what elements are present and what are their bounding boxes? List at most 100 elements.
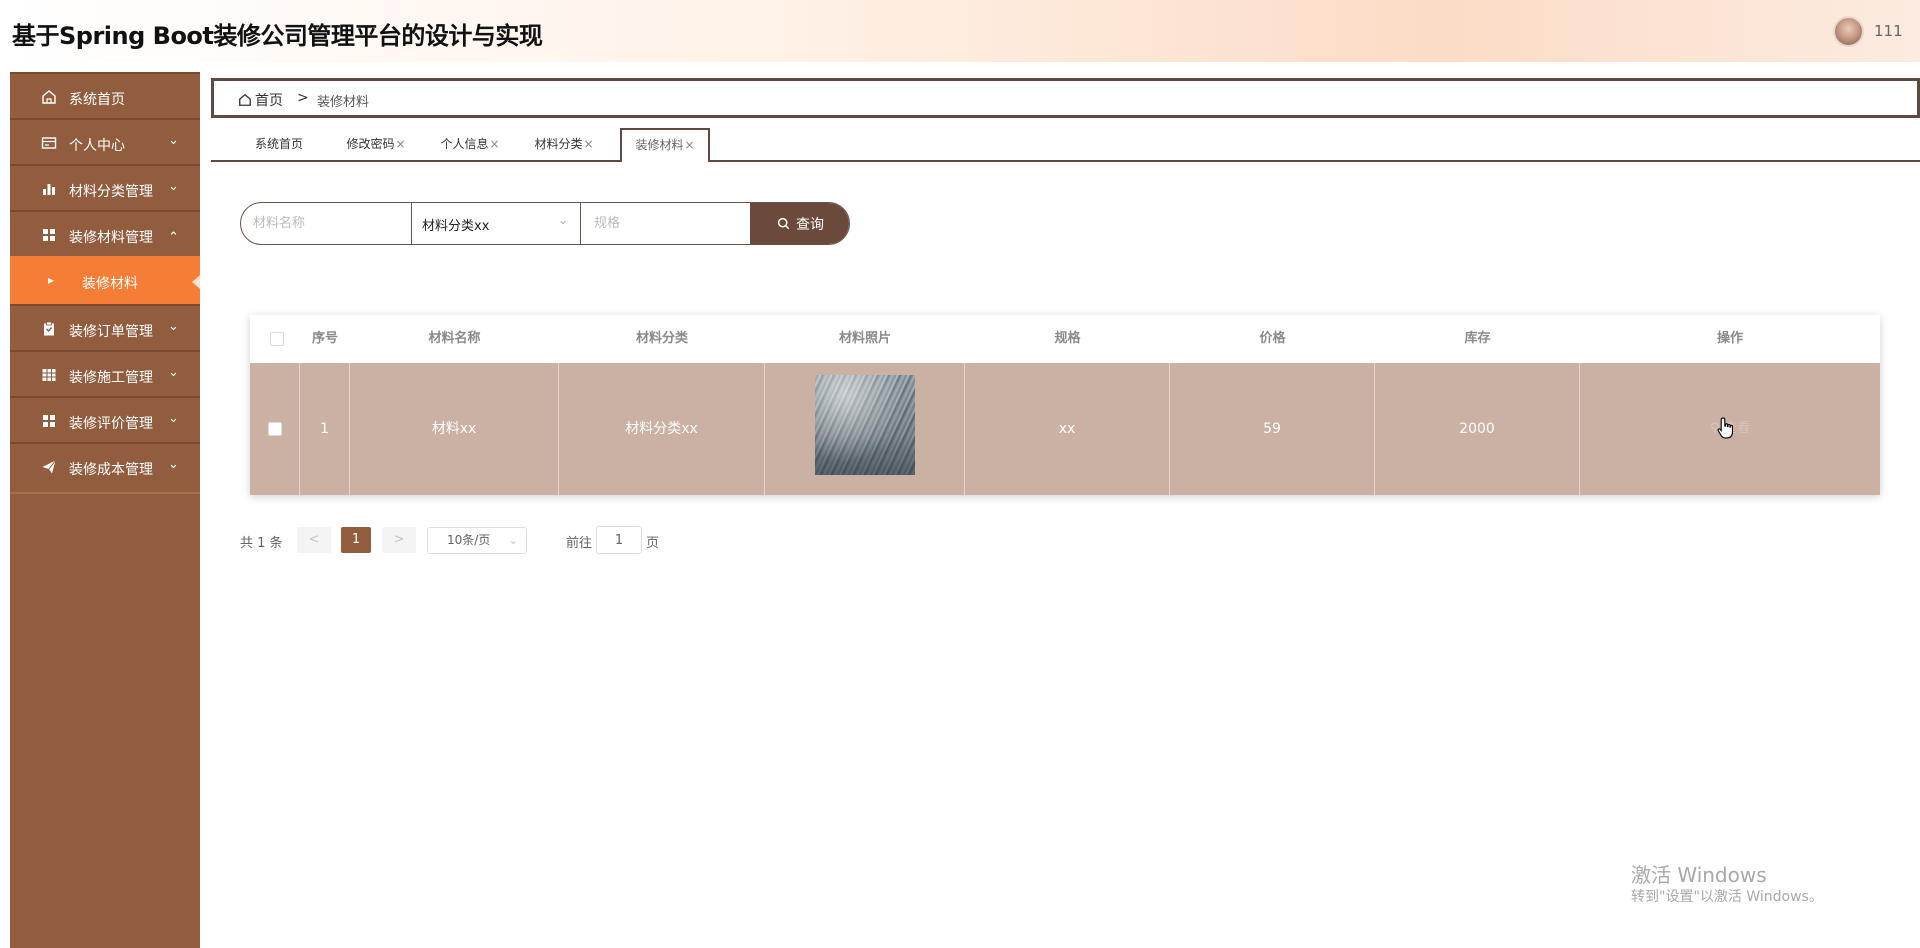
prev-page-button[interactable]: < — [297, 527, 331, 553]
hand-cursor-icon — [1717, 417, 1734, 439]
chevron-down-icon: ⌄ — [558, 213, 569, 227]
pagination-total: 共 1 条 — [240, 536, 283, 551]
table-row[interactable]: 1 材料xx 材料分类xx xx 59 2000 ⚲ 查看 — [250, 363, 1880, 495]
materials-table: 序号 材料名称 材料分类 材料照片 规格 价格 库存 操作 1 材料xx 材料分… — [250, 315, 1880, 495]
spec-input[interactable] — [582, 203, 750, 244]
sidebar-item-personal-center[interactable]: 个人中心 ⌄ — [10, 118, 200, 170]
next-page-button[interactable]: > — [382, 527, 416, 553]
category-select-value: 材料分类xx — [422, 219, 490, 234]
chevron-up-icon: ⌃ — [168, 230, 179, 245]
breadcrumb: 首页 > 装修材料 — [211, 78, 1920, 118]
breadcrumb-home[interactable]: 首页 — [238, 90, 283, 110]
search-form: 材料分类xx ⌄ 查询 — [240, 202, 850, 245]
search-button-label: 查询 — [796, 216, 824, 233]
windows-watermark-subtitle: 转到"设置"以激活 Windows。 — [1631, 889, 1823, 905]
caret-right-icon: ▸ — [48, 273, 55, 287]
active-indicator — [192, 275, 200, 289]
sidebar-item-label: 个人中心 — [69, 138, 125, 154]
page-size-select[interactable]: 10条/页 ⌄ — [427, 527, 527, 554]
chevron-down-icon: ⌄ — [168, 179, 179, 194]
column-header: 材料名称 — [428, 331, 481, 346]
home-icon — [239, 93, 251, 106]
sidebar-subitem-label: 装修材料 — [82, 276, 138, 292]
page-size-value: 10条/页 — [447, 533, 491, 547]
select-all-checkbox[interactable] — [270, 332, 284, 346]
tab-change-password[interactable]: 修改密码× — [341, 129, 411, 160]
chevron-down-icon: ⌄ — [508, 534, 518, 547]
tab-decoration-material[interactable]: 装修材料× — [620, 128, 710, 162]
close-icon[interactable]: × — [395, 137, 405, 151]
sidebar-item-review-mgmt[interactable]: 装修评价管理 ⌄ — [10, 396, 200, 448]
sidebar-subitem-material[interactable]: ▸ 装修材料 — [10, 256, 200, 308]
send-icon — [42, 460, 56, 474]
app-title: 基于Spring Boot装修公司管理平台的设计与实现 — [12, 22, 543, 50]
sidebar-item-label: 系统首页 — [69, 92, 125, 108]
column-header: 材料照片 — [838, 331, 891, 346]
cell-category: 材料分类xx — [559, 363, 765, 495]
cell-index: 1 — [300, 363, 350, 495]
cell-material-name: 材料xx — [350, 363, 559, 495]
material-name-input[interactable] — [241, 203, 411, 244]
close-icon[interactable]: × — [489, 137, 499, 151]
sidebar-item-construction-mgmt[interactable]: 装修施工管理 ⌄ — [10, 350, 200, 402]
tab-label: 材料分类 — [534, 137, 583, 151]
sidebar-item-label: 装修订单管理 — [69, 324, 153, 340]
sidebar-item-cost-mgmt[interactable]: 装修成本管理 ⌄ — [10, 442, 200, 494]
sidebar-item-category-mgmt[interactable]: 材料分类管理 ⌄ — [10, 164, 200, 216]
breadcrumb-separator: > — [297, 90, 309, 106]
chevron-down-icon: ⌄ — [168, 411, 179, 426]
search-button[interactable]: 查询 — [750, 203, 849, 244]
breadcrumb-home-label: 首页 — [255, 93, 283, 109]
tab-label: 修改密码 — [346, 137, 395, 151]
column-header: 材料分类 — [635, 331, 688, 346]
user-avatar[interactable] — [1833, 16, 1864, 47]
column-header: 库存 — [1464, 331, 1491, 346]
id-card-icon — [41, 137, 57, 149]
sidebar-item-material-mgmt[interactable]: 装修材料管理 ⌃ — [10, 210, 200, 262]
grid-icon — [43, 229, 55, 241]
close-icon[interactable]: × — [583, 137, 593, 151]
column-header: 规格 — [1054, 331, 1081, 346]
clipboard-icon — [44, 321, 54, 336]
sidebar-item-label: 装修评价管理 — [69, 416, 153, 432]
tab-label: 个人信息 — [440, 137, 489, 151]
sidebar-item-label: 装修施工管理 — [69, 370, 153, 386]
cell-spec: xx — [965, 363, 1170, 495]
goto-page-input[interactable] — [596, 526, 642, 554]
sidebar-item-order-mgmt[interactable]: 装修订单管理 ⌄ — [10, 304, 200, 356]
tab-material-category[interactable]: 材料分类× — [529, 129, 599, 160]
row-select-cell — [250, 363, 300, 495]
page-number-current[interactable]: 1 — [341, 527, 371, 553]
sidebar-item-label: 装修成本管理 — [69, 462, 153, 478]
cell-photo — [765, 363, 965, 495]
header-bar: 基于Spring Boot装修公司管理平台的设计与实现 111 — [0, 0, 1920, 62]
table-header: 序号 材料名称 材料分类 材料照片 规格 价格 库存 操作 — [250, 315, 1880, 363]
table-grid-icon — [42, 369, 56, 381]
tab-bar: 系统首页 修改密码× 个人信息× 材料分类× 装修材料× — [211, 126, 1920, 162]
column-header: 序号 — [311, 331, 338, 346]
cell-stock: 2000 — [1375, 363, 1580, 495]
tab-personal-info[interactable]: 个人信息× — [435, 129, 505, 160]
column-header: 价格 — [1259, 331, 1286, 346]
windows-watermark-title: 激活 Windows — [1631, 863, 1767, 887]
close-icon[interactable]: × — [684, 138, 694, 152]
home-icon — [42, 90, 56, 104]
username[interactable]: 111 — [1874, 22, 1903, 40]
sidebar-item-home[interactable]: 系统首页 — [10, 72, 200, 124]
chevron-down-icon: ⌄ — [168, 365, 179, 380]
grid-icon — [43, 415, 55, 427]
breadcrumb-current: 装修材料 — [317, 95, 370, 110]
material-photo[interactable] — [814, 375, 915, 475]
search-icon — [777, 217, 790, 230]
chevron-down-icon: ⌄ — [168, 133, 179, 148]
chevron-down-icon: ⌄ — [168, 457, 179, 472]
sidebar-item-label: 装修材料管理 — [69, 230, 153, 246]
sidebar: 系统首页 个人中心 ⌄ 材料分类管理 ⌄ 装修材料管理 ⌃ ▸ 装修材料 装修订… — [10, 72, 200, 948]
row-checkbox[interactable] — [268, 422, 282, 436]
cell-price: 59 — [1170, 363, 1375, 495]
sidebar-item-label: 材料分类管理 — [69, 184, 153, 200]
tab-home[interactable]: 系统首页 — [247, 129, 311, 160]
column-header: 操作 — [1716, 331, 1743, 346]
category-select[interactable]: 材料分类xx ⌄ — [411, 203, 581, 244]
bar-chart-icon — [43, 184, 55, 195]
